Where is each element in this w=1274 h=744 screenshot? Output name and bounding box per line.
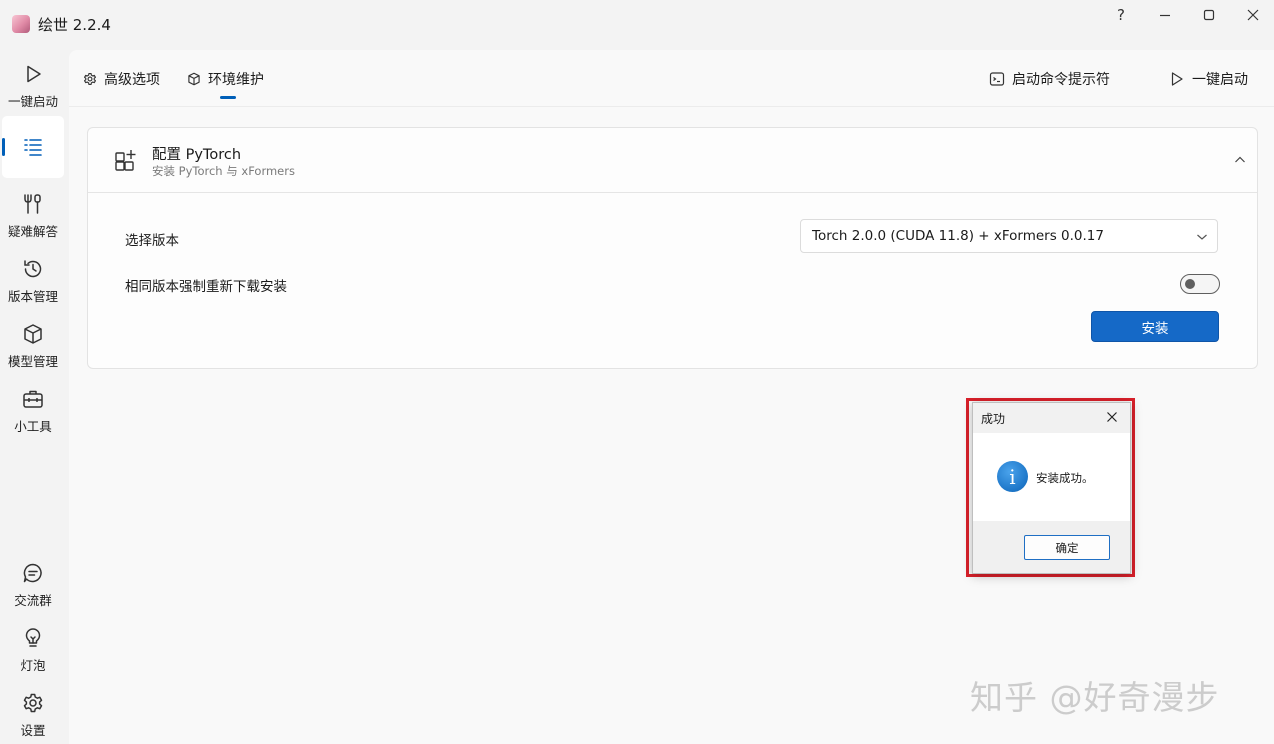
- sidebar-item-label: 灯泡: [20, 658, 46, 673]
- title-bar: 绘世 2.2.4 ?: [0, 0, 1274, 48]
- dialog-body: i 安装成功。: [973, 433, 1130, 521]
- history-icon: [24, 260, 42, 278]
- sidebar-item-lightbulb[interactable]: 灯泡: [0, 627, 66, 674]
- open-console-label: 启动命令提示符: [1012, 72, 1110, 88]
- toggle-knob: [1185, 279, 1195, 289]
- sidebar-item-label: 一键启动: [7, 94, 58, 109]
- lightbulb-icon: [25, 628, 41, 647]
- maximize-button[interactable]: [1187, 4, 1231, 26]
- install-button[interactable]: 安装: [1091, 311, 1219, 342]
- cube-icon: [24, 324, 42, 344]
- toolbox-icon: [23, 390, 43, 408]
- add-apps-icon: [115, 150, 136, 171]
- tab-label: 高级选项: [104, 72, 160, 88]
- gear-icon: [23, 693, 43, 713]
- close-icon: [1247, 9, 1259, 21]
- success-dialog: 成功 i 安装成功。 确定: [972, 402, 1131, 574]
- tab-advanced-options[interactable]: 高级选项: [83, 69, 160, 89]
- minimize-button[interactable]: [1143, 4, 1187, 26]
- app-logo-icon: [12, 15, 30, 33]
- sidebar-item-settings[interactable]: 设置: [0, 692, 66, 739]
- open-console-button[interactable]: 启动命令提示符: [989, 69, 1110, 89]
- card-title: 配置 PyTorch: [152, 147, 242, 163]
- gear-icon: [84, 73, 96, 85]
- force-reinstall-label: 相同版本强制重新下载安装: [125, 279, 287, 295]
- one-click-launch-label: 一键启动: [1192, 72, 1248, 88]
- tab-active-indicator: [220, 96, 236, 99]
- chat-icon: [23, 563, 42, 583]
- sidebar-item-label: 交流群: [14, 593, 52, 608]
- version-select[interactable]: Torch 2.0.0 (CUDA 11.8) + xFormers 0.0.1…: [800, 219, 1218, 253]
- force-reinstall-toggle[interactable]: [1180, 274, 1220, 294]
- sidebar-item-community[interactable]: 交流群: [0, 562, 66, 609]
- close-icon[interactable]: [1106, 411, 1118, 423]
- sidebar-item-versions[interactable]: 版本管理: [0, 258, 66, 305]
- sidebar-item-models[interactable]: 模型管理: [0, 323, 66, 370]
- tools-icon: [24, 194, 41, 214]
- card-header[interactable]: 配置 PyTorch 安装 PyTorch 与 xFormers: [88, 128, 1257, 193]
- list-icon: [24, 139, 42, 156]
- play-icon: [27, 65, 41, 83]
- dialog-title: 成功: [981, 412, 1006, 426]
- chevron-down-icon: [1197, 234, 1207, 240]
- play-icon: [1171, 72, 1183, 86]
- version-label: 选择版本: [125, 233, 179, 249]
- sidebar-item-tools[interactable]: 小工具: [0, 388, 66, 435]
- sidebar-item-label: 版本管理: [7, 289, 58, 304]
- minimize-icon: [1160, 14, 1170, 17]
- close-button[interactable]: [1231, 4, 1274, 26]
- dialog-message: 安装成功。: [1036, 471, 1094, 485]
- sidebar-item-troubleshoot[interactable]: 疑难解答: [0, 193, 66, 240]
- app-title: 绘世 2.2.4: [38, 16, 111, 34]
- sidebar-item-launch[interactable]: 一键启动: [0, 63, 66, 110]
- sidebar-item-label: 疑难解答: [7, 224, 58, 239]
- maximize-icon: [1203, 9, 1215, 21]
- box-icon: [188, 72, 200, 86]
- card-subtitle: 安装 PyTorch 与 xFormers: [152, 164, 295, 178]
- sidebar-item-label: 小工具: [14, 419, 52, 434]
- chevron-up-icon[interactable]: [1234, 155, 1246, 165]
- version-select-value: Torch 2.0.0 (CUDA 11.8) + xFormers 0.0.1…: [812, 228, 1104, 244]
- dialog-titlebar: 成功: [973, 403, 1130, 433]
- sidebar-item-label: 设置: [20, 723, 46, 738]
- sidebar-item-label: 模型管理: [7, 354, 58, 369]
- info-icon: i: [997, 461, 1028, 492]
- main-content: 高级选项 环境维护 启动命令提示符 一键启动 配置 PyTorch 安装 PyT…: [69, 50, 1274, 744]
- tab-label: 环境维护: [208, 72, 264, 88]
- ok-button[interactable]: 确定: [1024, 535, 1110, 560]
- help-button[interactable]: ?: [1099, 4, 1143, 26]
- watermark: 知乎 @好奇漫步: [970, 678, 1220, 717]
- sidebar-item-list[interactable]: [0, 136, 66, 158]
- one-click-launch-button[interactable]: 一键启动: [1169, 69, 1248, 89]
- terminal-icon: [989, 72, 1005, 86]
- pytorch-config-card: 配置 PyTorch 安装 PyTorch 与 xFormers 选择版本 To…: [87, 127, 1258, 369]
- tab-environment-maintenance[interactable]: 环境维护: [187, 69, 264, 89]
- dialog-footer: 确定: [973, 521, 1130, 573]
- tab-bar: 高级选项 环境维护 启动命令提示符 一键启动: [69, 50, 1274, 107]
